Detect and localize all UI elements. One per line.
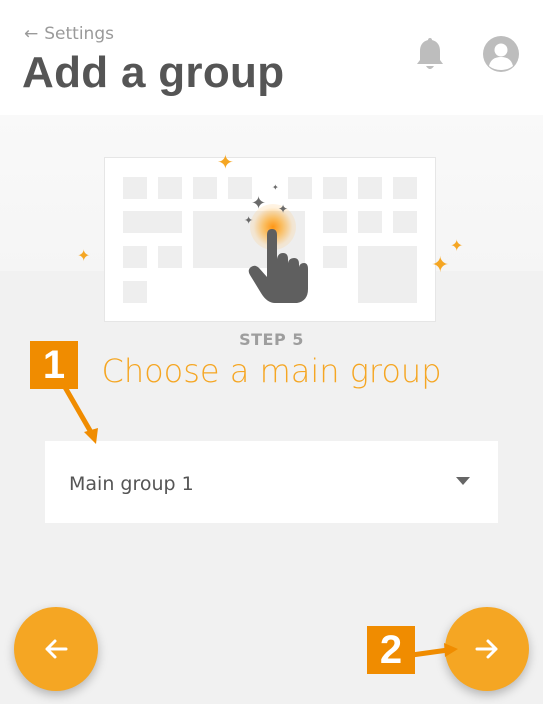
bell-icon[interactable] [414,36,446,72]
sparkle-icon: ✦ [431,253,450,278]
sparkle-icon: ✦ [244,214,254,227]
sparkle-icon: ✦ [450,236,464,255]
sparkle-icon: ✦ [217,150,234,174]
caret-down-icon [456,477,470,485]
main-group-select-value: Main group 1 [69,473,194,495]
back-to-settings-link[interactable]: ← Settings [24,24,114,44]
previous-step-button[interactable] [14,607,98,691]
page-title: Add a group [22,48,285,97]
arrow-right-icon [475,639,498,659]
step-title: Choose a main group [101,352,442,390]
sparkle-icon: ✦ [272,183,279,192]
sparkle-icon: ✦ [278,202,289,216]
callout-2-badge: 2 [367,626,415,674]
back-label: Settings [44,24,114,44]
pointing-hand-icon [248,229,308,303]
next-step-button[interactable] [445,607,529,691]
callout-1-badge: 1 [30,341,78,389]
user-avatar-icon[interactable] [483,36,519,72]
sparkle-icon: ✦ [77,246,91,265]
sparkle-icon: ✦ [251,193,267,214]
arrow-left-icon [45,639,68,659]
header: ← Settings Add a group [0,0,543,115]
main-group-select[interactable]: Main group 1 [45,441,498,523]
arrow-left-icon: ← [24,23,39,44]
step-label: STEP 5 [239,330,304,349]
